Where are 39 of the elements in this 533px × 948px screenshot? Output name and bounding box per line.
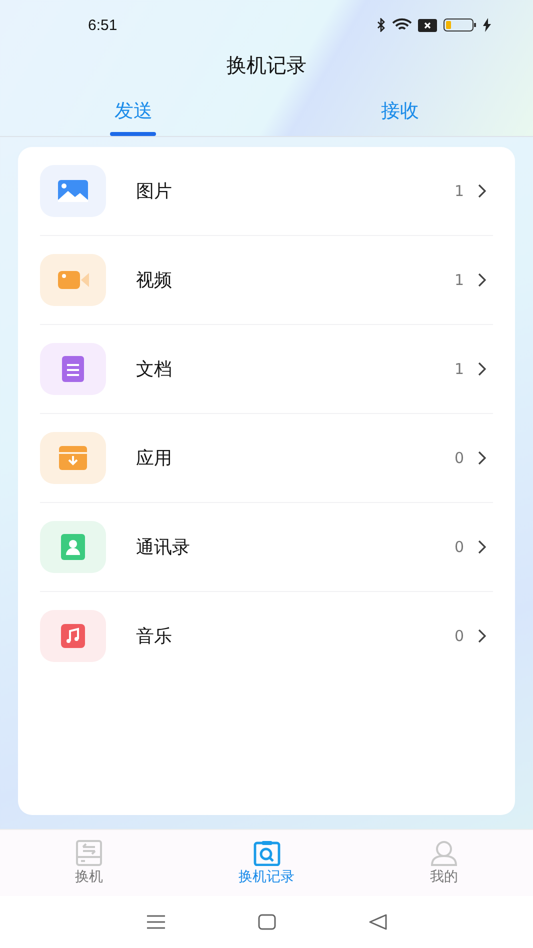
chevron-right-icon[interactable]	[478, 184, 487, 198]
document-icon	[40, 343, 106, 395]
home-square-icon[interactable]	[258, 914, 276, 930]
back-triangle-icon[interactable]	[368, 914, 387, 930]
category-name[interactable]: 文档	[136, 357, 454, 381]
status-time: 6:51	[88, 16, 118, 34]
item-count: 1	[454, 271, 464, 289]
chevron-right-icon[interactable]	[478, 540, 487, 554]
phone-transfer-icon	[74, 840, 103, 866]
download-icon	[40, 432, 106, 484]
image-icon	[40, 165, 106, 217]
video-camera-icon	[40, 254, 106, 306]
item-count: 0	[454, 627, 464, 645]
wifi-icon	[392, 18, 412, 32]
chevron-right-icon[interactable]	[478, 273, 487, 287]
contact-card-icon	[40, 521, 106, 573]
category-name[interactable]: 视频	[136, 268, 454, 292]
music-note-icon	[40, 610, 106, 662]
chevron-right-icon[interactable]	[478, 629, 487, 643]
category-name[interactable]: 通讯录	[136, 535, 454, 559]
category-name[interactable]: 音乐	[136, 624, 454, 648]
battery-icon	[443, 18, 477, 32]
no-sim-icon	[418, 18, 437, 32]
menu-icon[interactable]	[146, 914, 166, 930]
nav-tab[interactable]: 我的	[355, 830, 533, 896]
chevron-right-icon[interactable]	[478, 451, 487, 465]
chevron-right-icon[interactable]	[478, 362, 487, 376]
nav-tab[interactable]: 换机	[0, 830, 178, 896]
item-count: 1	[454, 360, 464, 378]
category-name[interactable]: 应用	[136, 446, 454, 470]
page-title: 换机记录	[226, 52, 308, 79]
item-count: 0	[454, 449, 464, 467]
category-name[interactable]: 图片	[136, 179, 454, 203]
charging-icon	[483, 18, 491, 32]
clipboard-search-icon	[252, 840, 280, 866]
item-count: 0	[454, 538, 464, 556]
bluetooth-icon	[376, 18, 386, 32]
item-count: 1	[454, 182, 464, 200]
person-icon	[430, 840, 458, 866]
